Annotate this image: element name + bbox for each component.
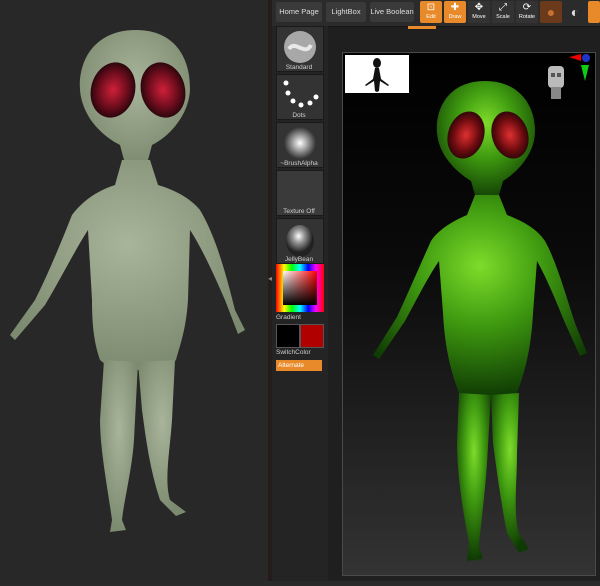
scale-button[interactable]: ⤢ Scale [492,1,514,23]
color-picker[interactable] [276,264,324,312]
rotate-button[interactable]: ⟳ Rotate [516,1,538,23]
rendered-alien-image [10,30,245,532]
edit-icon: ⊡ [426,2,436,13]
active-tab-indicator [408,26,436,29]
zbrush-interface: Home Page LightBox Live Boolean ⊡ Edit ✚… [272,0,600,581]
3d-viewport[interactable] [342,52,596,576]
alien-3d-model[interactable] [343,53,595,575]
alternate-button[interactable]: Alternate [276,360,322,371]
color-sphere-icon: ◐ [570,4,580,20]
edit-button[interactable]: ⊡ Edit [420,1,442,23]
left-tool-shelf: Standard Dots ~BrushAlpha Texture Off Je… [272,26,328,581]
draw-icon: ✚ [450,2,460,13]
top-toolbar: Home Page LightBox Live Boolean ⊡ Edit ✚… [272,0,600,27]
tab-home-page[interactable]: Home Page [276,2,322,22]
scale-icon: ⤢ [499,2,507,13]
move-icon: ✥ [474,2,484,13]
left-render-panel [0,0,268,581]
move-button[interactable]: ✥ Move [468,1,490,23]
material-sphere-button[interactable]: ● [540,1,562,23]
right-tray-button[interactable] [588,1,600,23]
secondary-color-swatch[interactable] [300,324,324,348]
color-sphere-button[interactable]: ◐ [564,1,586,23]
primary-color-swatch[interactable] [276,324,300,348]
rotate-icon: ⟳ [522,2,532,13]
material-sphere-icon: ● [546,4,556,20]
draw-button[interactable]: ✚ Draw [444,1,466,23]
color-picker-icon [276,264,324,312]
tab-lightbox[interactable]: LightBox [326,2,366,22]
tab-live-boolean[interactable]: Live Boolean [370,2,414,22]
